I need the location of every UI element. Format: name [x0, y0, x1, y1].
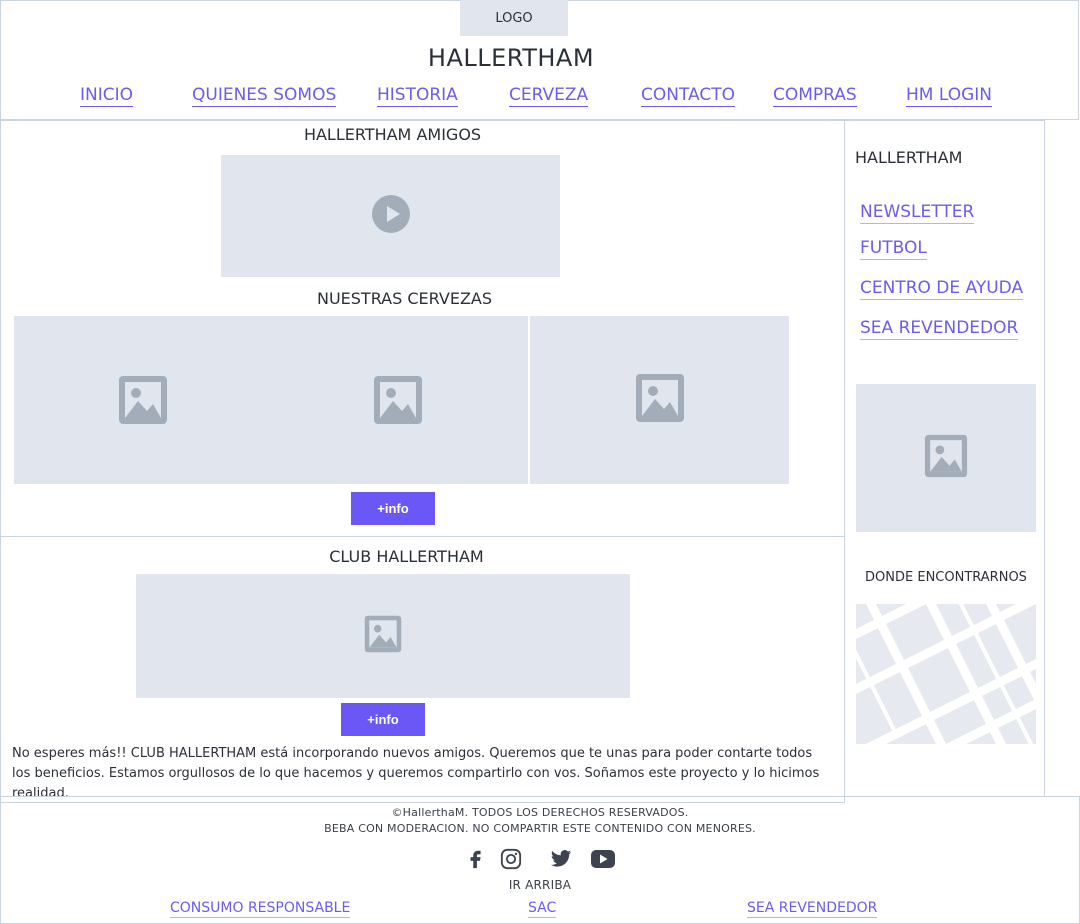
instagram-icon[interactable]: [498, 846, 524, 872]
nav-hm-login[interactable]: HM LOGIN: [906, 84, 993, 107]
nav-contacto[interactable]: CONTACTO: [641, 84, 735, 107]
image-icon: [635, 373, 685, 427]
ir-arriba-link[interactable]: IR ARRIBA: [0, 878, 1080, 892]
nav-compras[interactable]: COMPRAS: [773, 84, 857, 107]
logo[interactable]: LOGO: [460, 0, 568, 36]
cervezas-info-button[interactable]: +info: [351, 492, 435, 525]
image-icon: [924, 434, 968, 482]
footer-link-sea-revendedor[interactable]: SEA REVENDEDOR: [747, 899, 878, 918]
map-streets-graphic: [856, 604, 1036, 744]
youtube-icon[interactable]: [590, 846, 616, 872]
amigos-title: HALLERTHAM AMIGOS: [303, 125, 482, 144]
amigos-video[interactable]: [221, 155, 560, 277]
twitter-icon[interactable]: [548, 846, 574, 872]
sidebar-link-futbol[interactable]: FUTBOL: [860, 237, 927, 260]
club-image: [136, 574, 630, 698]
image-icon: [373, 375, 423, 429]
nav-cerveza[interactable]: CERVEZA: [509, 84, 589, 107]
cervezas-image-1: [14, 316, 528, 484]
sidebar-link-centro-de-ayuda[interactable]: CENTRO DE AYUDA: [860, 277, 1024, 300]
facebook-icon[interactable]: [463, 846, 489, 872]
nav-historia[interactable]: HISTORIA: [377, 84, 458, 107]
club-description: No esperes más!! CLUB HALLERTHAM está in…: [12, 746, 820, 801]
copyright-text: ©HallerthaM. TODOS LOS DERECHOS RESERVAD…: [391, 806, 689, 819]
sidebar-title: HALLERTHAM: [855, 148, 963, 167]
sidebar-image: [856, 384, 1036, 532]
image-icon: [364, 615, 402, 657]
club-info-button[interactable]: +info: [341, 703, 425, 736]
play-icon[interactable]: [371, 195, 410, 237]
image-icon: [118, 375, 168, 429]
nav-inicio[interactable]: INICIO: [80, 84, 134, 107]
cervezas-title: NUESTRAS CERVEZAS: [316, 289, 492, 308]
map[interactable]: [856, 604, 1036, 744]
footer-link-consumo-responsable[interactable]: CONSUMO RESPONSABLE: [170, 899, 351, 918]
nav-quienes-somos[interactable]: QUIENES SOMOS: [192, 84, 337, 107]
sidebar-link-newsletter[interactable]: NEWSLETTER: [860, 201, 975, 224]
sidebar-link-sea-revendedor[interactable]: SEA REVENDEDOR: [860, 317, 1019, 340]
club-title: CLUB HALLERTHAM: [329, 547, 484, 566]
logo-label: LOGO: [495, 10, 533, 26]
donde-encontrarnos-title: DONDE ENCONTRARNOS: [865, 570, 1027, 585]
footer-link-sac[interactable]: SAC: [528, 899, 557, 918]
cervezas-image-2: [530, 316, 789, 484]
moderation-warning: BEBA CON MODERACION. NO COMPARTIR ESTE C…: [324, 822, 756, 835]
site-title: HALLERTHAM: [427, 44, 595, 72]
